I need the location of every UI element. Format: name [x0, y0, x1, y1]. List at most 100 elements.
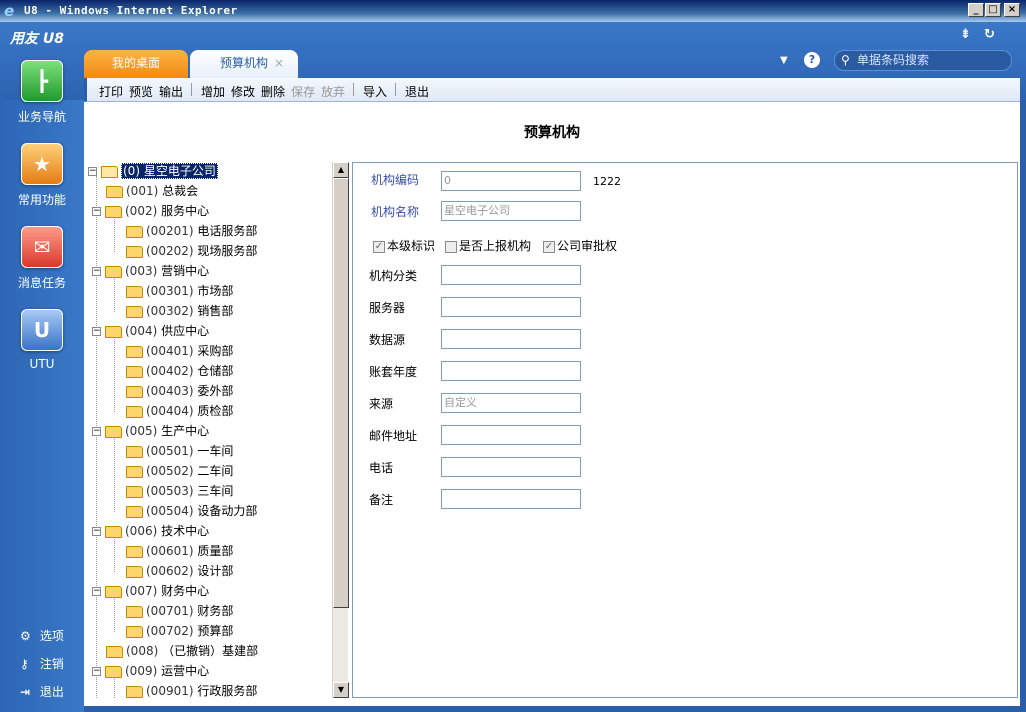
add-button[interactable]: 增加	[201, 83, 225, 100]
edit-button[interactable]: 修改	[231, 83, 255, 100]
server-field[interactable]	[441, 297, 581, 317]
folder-icon	[105, 325, 122, 338]
search-placeholder: 单据条码搜索	[857, 53, 930, 67]
toolbar: 打印 预览 输出 增加 修改 删除 保存 放弃 导入 退出	[84, 78, 1020, 102]
scroll-up-icon[interactable]: ▲	[333, 162, 349, 178]
tab-budget-org[interactable]: 预算机构 ×	[190, 50, 298, 78]
tree-node[interactable]: (00901) 行政服务部	[126, 682, 257, 698]
local-flag-checkbox[interactable]: ✓ 本级标识	[373, 237, 435, 254]
sidebar-item-utu[interactable]: U UTU	[0, 309, 84, 371]
tree-node[interactable]: (00501) 一车间	[126, 442, 233, 462]
tree-node[interactable]: − (009) 运营中心	[92, 662, 209, 682]
window-title: U8 - Windows Internet Explorer	[24, 4, 238, 17]
help-icon[interactable]: ?	[804, 52, 820, 68]
options-button[interactable]: ⚙ 选项	[20, 627, 64, 644]
tree-node[interactable]: − (006) 技术中心	[92, 522, 209, 542]
tree-node[interactable]: (001) 总裁会	[106, 182, 198, 202]
source-field[interactable]: 自定义	[441, 393, 581, 413]
report-org-checkbox[interactable]: 是否上报机构	[445, 237, 531, 254]
tree-node[interactable]: (00202) 现场服务部	[126, 242, 257, 262]
refresh-icon[interactable]: ↻	[984, 27, 995, 42]
exit-button[interactable]: ⇥ 退出	[20, 683, 64, 700]
collapse-icon[interactable]: −	[92, 667, 101, 676]
exit-label: 退出	[39, 685, 64, 699]
year-label: 账套年度	[369, 365, 418, 379]
tree-scrollbar[interactable]: ▲ ▼	[332, 162, 349, 698]
logout-button[interactable]: ⚷ 注销	[20, 655, 64, 672]
maximize-button[interactable]: □	[985, 3, 1001, 17]
org-name-field[interactable]: 星空电子公司	[441, 201, 581, 221]
tree-node[interactable]: (00404) 质检部	[126, 402, 233, 422]
org-tree[interactable]: − (0) 星空电子公司 (001) 总裁会 − (002) 服务中心 (00201…	[88, 162, 350, 698]
email-field[interactable]	[441, 425, 581, 445]
import-button[interactable]: 导入	[363, 83, 387, 100]
preview-button[interactable]: 预览	[129, 83, 153, 100]
collapse-icon[interactable]: −	[92, 427, 101, 436]
remark-field[interactable]	[441, 489, 581, 509]
tree-node[interactable]: (00201) 电话服务部	[126, 222, 257, 242]
export-button[interactable]: 输出	[159, 83, 183, 100]
tree-node[interactable]: (008) （已撤销）基建部	[106, 642, 258, 662]
collapse-icon[interactable]: −	[92, 327, 101, 336]
collapse-icon[interactable]: ⇟	[960, 27, 971, 42]
minimize-button[interactable]: _	[968, 3, 984, 17]
folder-icon	[105, 665, 122, 678]
sidebar-item-common-functions[interactable]: ★ 常用功能	[0, 143, 84, 208]
discard-button[interactable]: 放弃	[321, 83, 345, 100]
tree-node[interactable]: (00403) 委外部	[126, 382, 233, 402]
tree-node[interactable]: (00502) 二车间	[126, 462, 233, 482]
collapse-icon[interactable]: −	[92, 527, 101, 536]
close-button[interactable]: ×	[1004, 3, 1020, 17]
tree-node[interactable]: − (005) 生产中心	[92, 422, 209, 442]
tree-node[interactable]: (00503) 三车间	[126, 482, 233, 502]
email-label: 邮件地址	[369, 429, 418, 443]
chevron-down-icon[interactable]: ▼	[780, 55, 788, 66]
delete-button[interactable]: 删除	[261, 83, 285, 100]
folder-icon	[126, 225, 143, 238]
year-field[interactable]	[441, 361, 581, 381]
datasource-field[interactable]	[441, 329, 581, 349]
sidebar-item-messages[interactable]: ✉ 消息任务	[0, 226, 84, 291]
folder-icon	[106, 645, 123, 658]
tree-node[interactable]: (00402) 仓储部	[126, 362, 233, 382]
folder-icon	[126, 385, 143, 398]
sidebar-item-business-nav[interactable]: ┣ 业务导航	[0, 60, 84, 125]
scroll-down-icon[interactable]: ▼	[333, 682, 349, 698]
tree-node[interactable]: (00602) 设计部	[126, 562, 233, 582]
barcode-search-input[interactable]: ⚲ 单据条码搜索	[834, 50, 1012, 71]
tree-node[interactable]: (00702) 预算部	[126, 622, 233, 642]
star-icon: ★	[21, 143, 63, 185]
collapse-icon[interactable]: −	[92, 587, 101, 596]
tree-node[interactable]: − (007) 财务中心	[92, 582, 209, 602]
tab-my-desktop[interactable]: 我的桌面	[84, 50, 188, 78]
collapse-icon[interactable]: −	[88, 167, 97, 176]
folder-icon	[126, 365, 143, 378]
category-field[interactable]	[441, 265, 581, 285]
print-button[interactable]: 打印	[99, 83, 123, 100]
tree-node[interactable]: (00504) 设备动力部	[126, 502, 257, 522]
tree-node[interactable]: (00301) 市场部	[126, 282, 233, 302]
search-icon: ⚲	[841, 53, 850, 67]
org-code-field[interactable]: 0	[441, 171, 581, 191]
tree-node[interactable]: (00401) 采购部	[126, 342, 233, 362]
quit-button[interactable]: 退出	[405, 83, 429, 100]
phone-field[interactable]	[441, 457, 581, 477]
folder-icon	[126, 605, 143, 618]
tree-node[interactable]: − (002) 服务中心	[92, 202, 209, 222]
tree-node[interactable]: − (004) 供应中心	[92, 322, 209, 342]
collapse-icon[interactable]: −	[92, 267, 101, 276]
company-approval-checkbox[interactable]: ✓ 公司审批权	[543, 237, 617, 254]
scroll-thumb[interactable]	[333, 178, 349, 608]
tree-node[interactable]: − (003) 营销中心	[92, 262, 209, 282]
tree-node[interactable]: (00601) 质量部	[126, 542, 233, 562]
collapse-icon[interactable]: −	[92, 207, 101, 216]
tab-close-icon[interactable]: ×	[274, 50, 284, 76]
folder-icon	[126, 685, 143, 698]
tree-node[interactable]: (00302) 销售部	[126, 302, 233, 322]
tree-node-root[interactable]: − (0) 星空电子公司	[88, 162, 218, 182]
tree-node[interactable]: (00701) 财务部	[126, 602, 233, 622]
sidebar-item-label: 消息任务	[17, 276, 66, 290]
folder-icon	[105, 425, 122, 438]
save-button[interactable]: 保存	[291, 83, 315, 100]
org-code-side-text: 1222	[593, 175, 621, 188]
